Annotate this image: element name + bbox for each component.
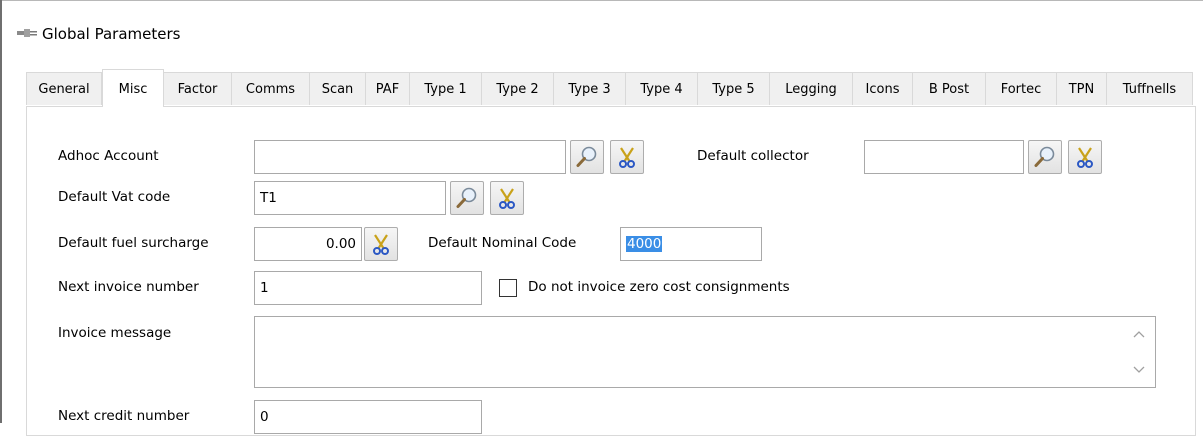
- tab-type-1[interactable]: Type 1: [410, 72, 482, 105]
- tab-tpn[interactable]: TPN: [1057, 72, 1107, 105]
- default-fuel-surcharge-clear-button[interactable]: [364, 227, 398, 261]
- chevron-up-icon[interactable]: [1133, 330, 1145, 338]
- default-collector-label: Default collector: [697, 148, 809, 164]
- tab-paf[interactable]: PAF: [366, 72, 410, 105]
- title-bar: Global Parameters: [2, 1, 1203, 65]
- chevron-down-icon[interactable]: [1133, 366, 1145, 374]
- scissors-icon: [1077, 147, 1093, 168]
- default-nominal-code-label: Default Nominal Code: [428, 235, 577, 251]
- default-collector-input[interactable]: [864, 140, 1024, 174]
- default-vat-code-label: Default Vat code: [58, 189, 171, 205]
- tab-misc[interactable]: Misc: [102, 69, 164, 107]
- next-invoice-number-input[interactable]: 1: [254, 271, 482, 305]
- magnifier-icon: [456, 187, 477, 208]
- adhoc-account-input[interactable]: [254, 140, 566, 174]
- no-invoice-zero-cost-label: Do not invoice zero cost consignments: [528, 279, 790, 295]
- tab-general[interactable]: General: [26, 72, 102, 105]
- scissors-icon: [373, 234, 389, 255]
- tab-fortec[interactable]: Fortec: [986, 72, 1057, 105]
- default-collector-clear-button[interactable]: [1068, 140, 1102, 174]
- tab-factor[interactable]: Factor: [164, 72, 232, 105]
- tab-type-2[interactable]: Type 2: [482, 72, 554, 105]
- tab-icons[interactable]: Icons: [853, 72, 913, 105]
- no-invoice-zero-cost-checkbox[interactable]: [499, 279, 517, 297]
- tab-comms[interactable]: Comms: [232, 72, 310, 105]
- tab-type-5[interactable]: Type 5: [698, 72, 770, 105]
- invoice-message-textarea[interactable]: [254, 316, 1156, 388]
- connector-icon: [17, 29, 37, 37]
- default-nominal-code-input[interactable]: 4000: [620, 227, 762, 261]
- adhoc-account-lookup-button[interactable]: [570, 140, 604, 174]
- adhoc-account-label: Adhoc Account: [58, 148, 159, 164]
- default-nominal-code-value: 4000: [626, 236, 663, 252]
- magnifier-icon: [576, 146, 597, 167]
- invoice-message-label: Invoice message: [58, 325, 172, 341]
- scissors-icon: [619, 147, 635, 168]
- default-fuel-surcharge-label: Default fuel surcharge: [58, 235, 209, 251]
- tab-type-3[interactable]: Type 3: [554, 72, 626, 105]
- tab-tuffnells[interactable]: Tuffnells: [1107, 72, 1193, 105]
- tab-legging[interactable]: Legging: [770, 72, 853, 105]
- default-collector-lookup-button[interactable]: [1028, 140, 1062, 174]
- window-title: Global Parameters: [42, 25, 181, 43]
- default-vat-code-input[interactable]: T1: [254, 181, 446, 215]
- scissors-icon: [499, 188, 515, 209]
- tab-scan[interactable]: Scan: [310, 72, 366, 105]
- tab-b-post[interactable]: B Post: [913, 72, 986, 105]
- magnifier-icon: [1034, 146, 1055, 167]
- next-credit-number-label: Next credit number: [58, 408, 190, 424]
- default-vat-code-clear-button[interactable]: [490, 181, 524, 215]
- adhoc-account-clear-button[interactable]: [610, 140, 644, 174]
- tab-type-4[interactable]: Type 4: [626, 72, 698, 105]
- default-vat-code-lookup-button[interactable]: [450, 181, 484, 215]
- next-credit-number-input[interactable]: 0: [254, 400, 482, 434]
- next-invoice-number-label: Next invoice number: [58, 279, 199, 295]
- default-fuel-surcharge-input[interactable]: 0.00: [254, 227, 362, 261]
- tab-strip: General Misc Factor Comms Scan PAF Type …: [26, 69, 1196, 107]
